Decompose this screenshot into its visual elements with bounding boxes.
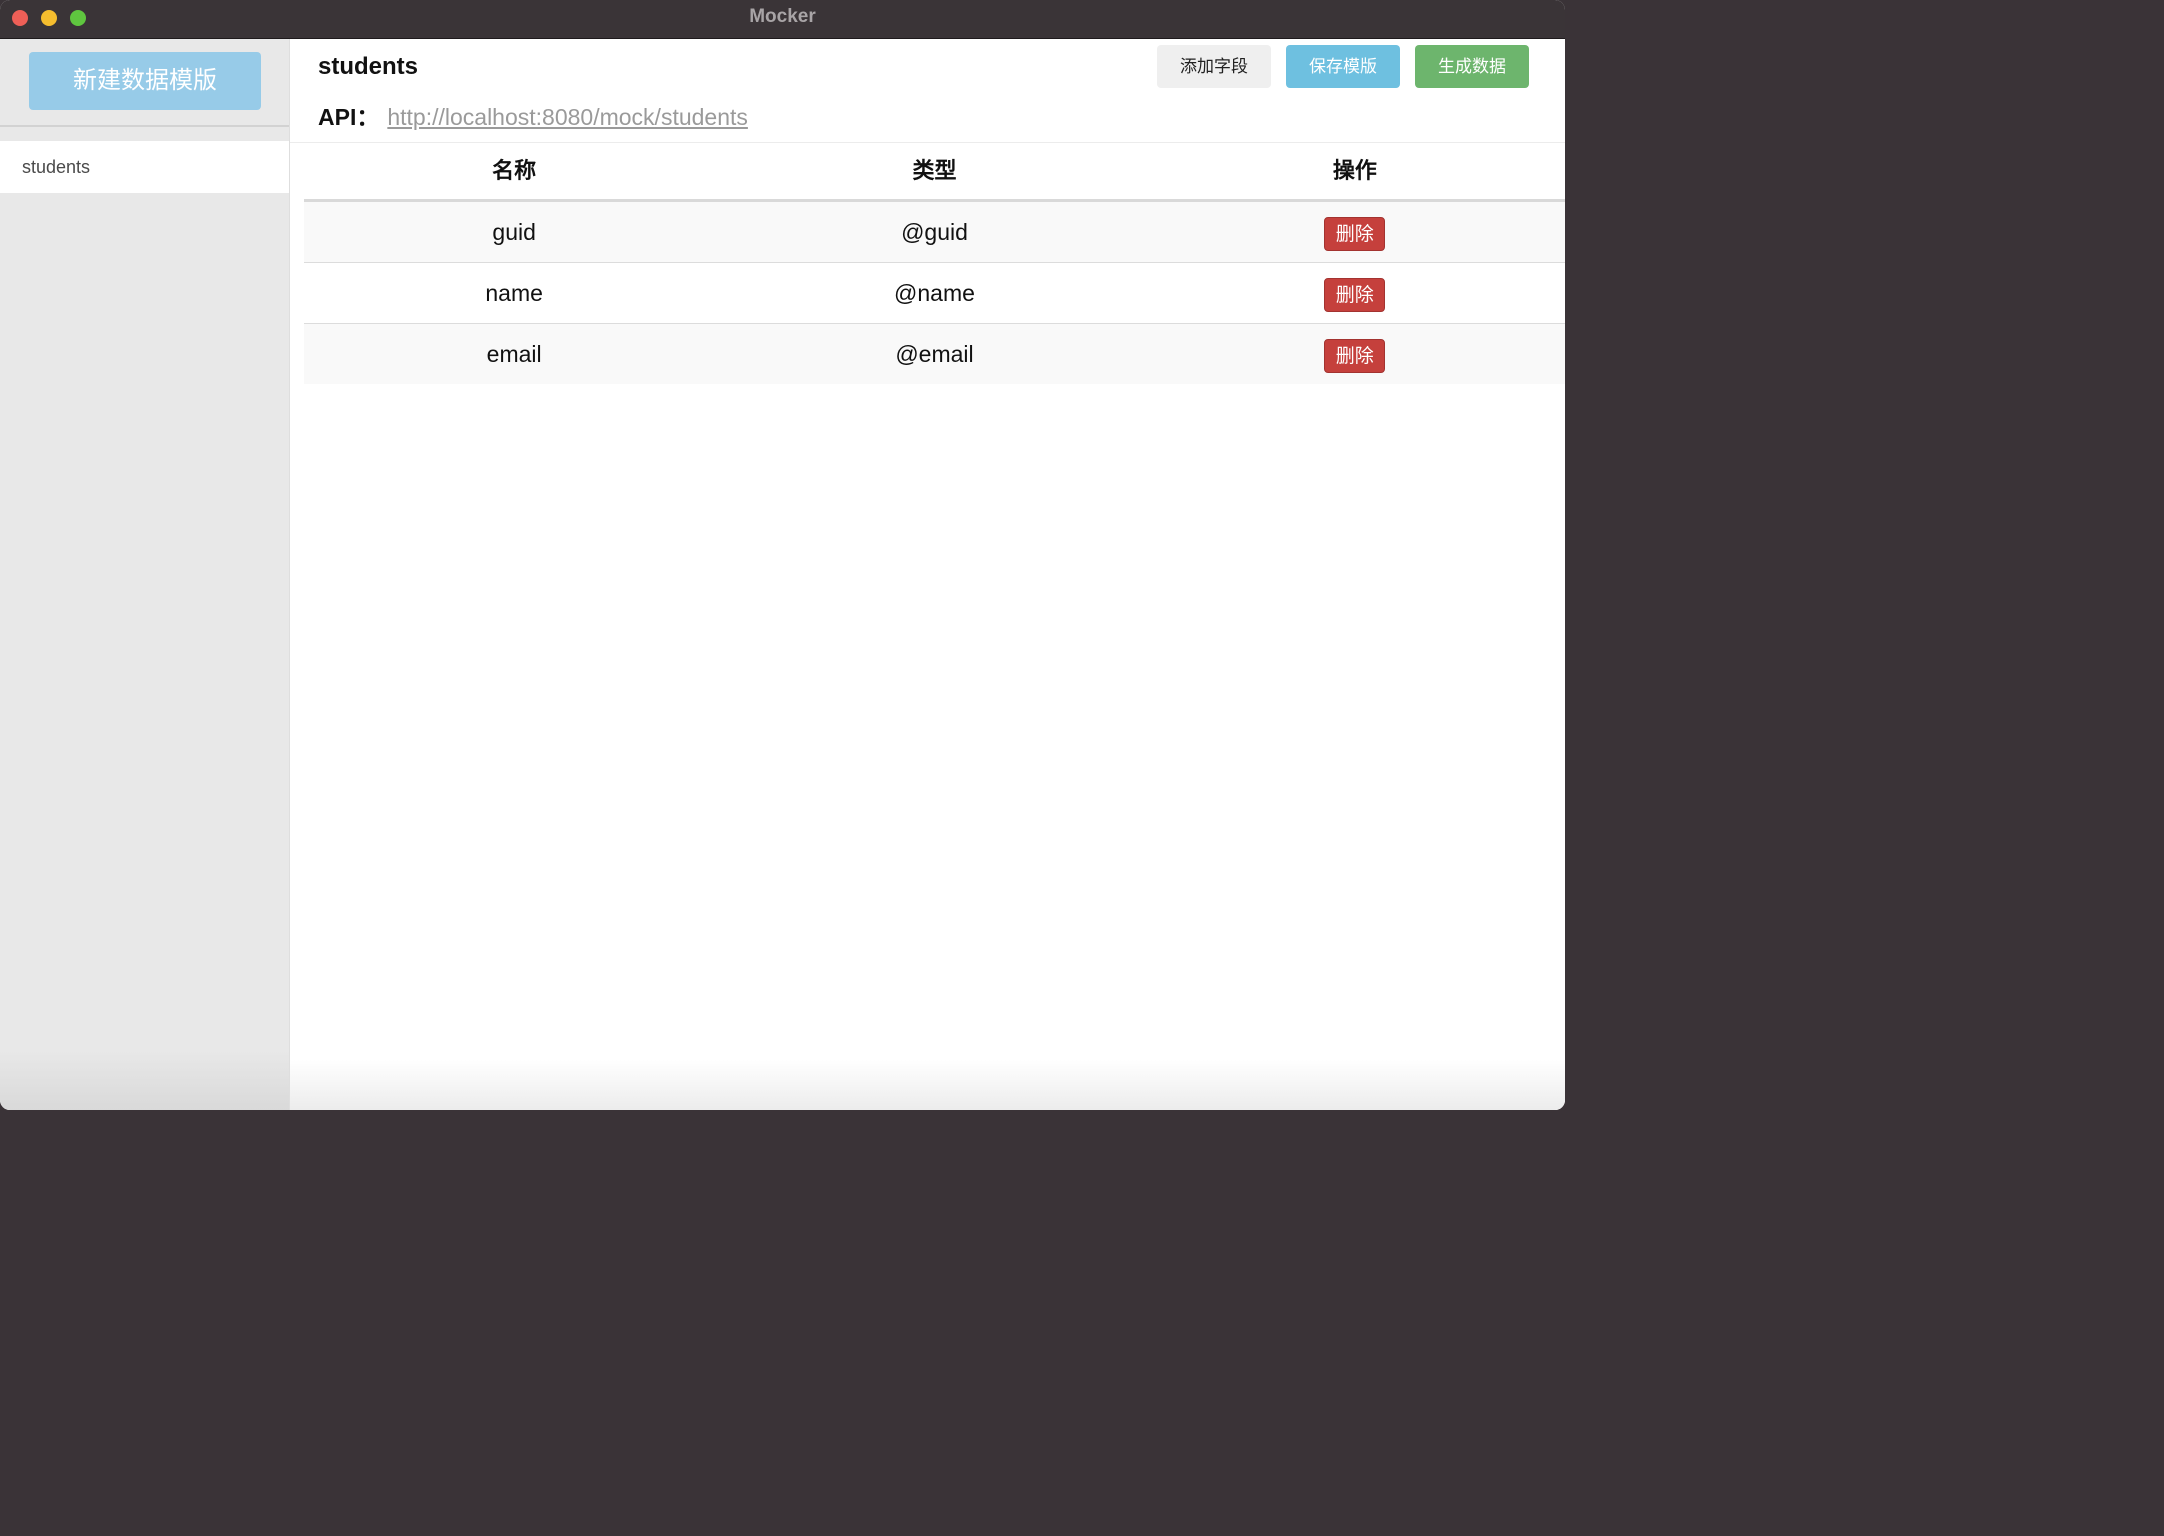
fields-table: 名称 类型 操作 guid @guid 删除 name @name 删除 ema… — [304, 143, 1565, 384]
field-type-cell: @email — [895, 341, 974, 367]
window-title: Mocker — [749, 6, 816, 27]
table-row: email @email 删除 — [304, 324, 1565, 384]
new-template-button[interactable]: 新建数据模版 — [29, 52, 261, 110]
generate-data-button[interactable]: 生成数据 — [1415, 45, 1529, 88]
save-template-button[interactable]: 保存模版 — [1286, 45, 1400, 88]
main-bottom-shade — [290, 1060, 1565, 1110]
table-row: name @name 删除 — [304, 263, 1565, 324]
api-url-link[interactable]: http://localhost:8080/mock/students — [387, 104, 748, 130]
table-header: 名称 类型 操作 — [304, 143, 1565, 202]
sidebar-bottom-shade — [0, 1050, 289, 1110]
title-bar: Mocker — [0, 0, 1565, 39]
field-actions-cell: 删除 — [1145, 324, 1565, 384]
delete-field-button[interactable]: 删除 — [1324, 216, 1386, 251]
column-header-actions: 操作 — [1332, 158, 1377, 183]
template-title: students — [318, 53, 419, 80]
field-name-cell: email — [486, 341, 542, 367]
api-line: API： http://localhost:8080/mock/students — [318, 98, 748, 132]
field-name-cell: guid — [492, 219, 536, 245]
sidebar: 新建数据模版 students — [0, 39, 290, 1110]
sidebar-item-students[interactable]: students — [0, 141, 289, 193]
api-label: API： — [318, 104, 380, 130]
field-type-cell: @name — [894, 280, 975, 306]
field-actions-cell: 删除 — [1145, 263, 1565, 323]
field-actions-cell: 删除 — [1145, 202, 1565, 262]
field-name-cell: name — [485, 280, 543, 306]
app-window: Mocker 新建数据模版 students students API： http… — [0, 0, 1565, 1110]
delete-field-button[interactable]: 删除 — [1324, 277, 1386, 312]
column-header-name: 名称 — [492, 158, 537, 183]
template-header: students API： http://localhost:8080/mock/… — [290, 39, 1565, 143]
delete-field-button[interactable]: 删除 — [1324, 338, 1386, 373]
field-type-cell: @guid — [901, 219, 968, 245]
toolbar: 添加字段 保存模版 生成数据 — [1157, 45, 1529, 88]
column-header-type: 类型 — [912, 158, 957, 183]
main-panel: students API： http://localhost:8080/mock/… — [290, 39, 1565, 1110]
add-field-button[interactable]: 添加字段 — [1157, 45, 1271, 88]
sidebar-header: 新建数据模版 — [0, 39, 289, 127]
table-row: guid @guid 删除 — [304, 202, 1565, 263]
